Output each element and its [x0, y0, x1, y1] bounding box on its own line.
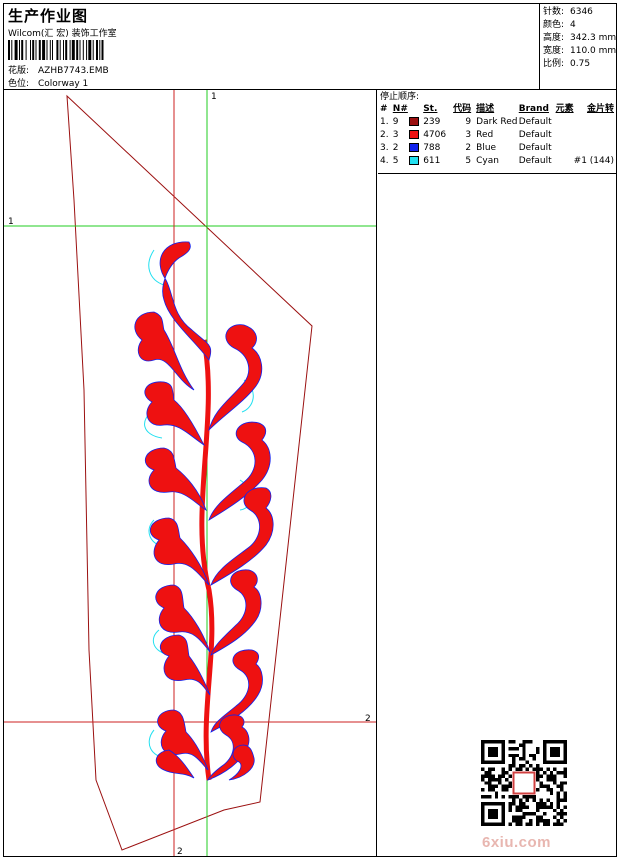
col-sequin: 金片转	[586, 104, 614, 114]
row-code: 9	[465, 117, 472, 127]
table-row: 2. 3 4706 3 Red Default	[380, 129, 614, 142]
col-stitches: St.	[423, 104, 438, 114]
row-description: Dark Red	[476, 117, 518, 127]
table-row: 3. 2 788 2 Blue Default	[380, 142, 614, 155]
table-row: 1. 9 239 9 Dark Red Default	[380, 116, 614, 129]
company-name: Wilcom(汇 宏) 装饰工作室	[8, 29, 117, 39]
color-swatch	[408, 156, 419, 165]
row-brand: Default	[518, 156, 552, 166]
col-code: 代码	[453, 104, 472, 114]
guide-label-left: 1	[8, 217, 14, 227]
row-element	[554, 116, 574, 129]
row-code: 3	[465, 130, 472, 140]
table-header-row: # N# St. 代码 描述 Brand 元素 金片转	[380, 103, 614, 116]
row-sequin	[574, 116, 614, 129]
stop-sequence-panel: 停止顺序: # N# St. 代码 描述 Brand 元素 金片转 1. 9 239…	[378, 90, 616, 174]
row-sequin	[574, 142, 614, 155]
color-swatch	[408, 143, 419, 152]
qr-code	[481, 740, 567, 826]
stat-scale: 比例: 0.75	[543, 59, 591, 69]
row-brand: Default	[518, 117, 552, 127]
design-name-row: 花版: AZHB7743.EMB	[8, 63, 109, 76]
color-swatch	[408, 130, 419, 139]
row-stitches: 239	[423, 117, 441, 127]
watermark-logo: 6xiu.com	[482, 834, 552, 851]
row-stitches: 611	[423, 156, 441, 166]
col-needle: N#	[392, 104, 408, 114]
stat-height: 高度: 342.3 mm	[543, 33, 617, 43]
row-description: Red	[476, 130, 494, 140]
colorway-row: 色位: Colorway 1	[8, 76, 88, 89]
embroidery-canvas: 1 1 2 2	[4, 90, 376, 856]
row-description: Cyan	[476, 156, 499, 166]
colorway-value: Colorway 1	[38, 79, 89, 89]
stat-colors: 颜色: 4	[543, 20, 576, 30]
col-description: 描述	[476, 104, 495, 114]
row-brand: Default	[518, 143, 552, 153]
guide-label-bottom: 2	[177, 847, 183, 856]
colorway-label: 色位:	[8, 79, 30, 89]
row-needle: 3	[392, 130, 399, 140]
row-code: 5	[465, 156, 472, 166]
row-index: 3.	[380, 143, 389, 153]
table-row: 4. 5 611 5 Cyan Default #1 (144)	[380, 155, 614, 168]
stop-sequence-table: # N# St. 代码 描述 Brand 元素 金片转 1. 9 239 9 Dark …	[380, 103, 614, 168]
row-index: 2.	[380, 130, 389, 140]
row-swatch	[408, 155, 424, 168]
row-code: 2	[465, 143, 472, 153]
stat-stitches: 针数: 6346	[543, 7, 593, 17]
worksheet-header: 生产作业图 Wilcom(汇 宏) 装饰工作室 花版: AZHB7743.EMB …	[4, 4, 616, 90]
row-swatch	[408, 129, 424, 142]
row-index: 4.	[380, 156, 389, 166]
row-stitches: 4706	[423, 130, 447, 140]
row-needle: 5	[392, 156, 399, 166]
production-worksheet: 生产作业图 Wilcom(汇 宏) 装饰工作室 花版: AZHB7743.EMB …	[3, 3, 617, 857]
guide-label-top: 1	[211, 92, 217, 102]
row-swatch	[408, 142, 424, 155]
design-name-value: AZHB7743.EMB	[38, 66, 109, 76]
design-stats: 针数: 6346 颜色: 4 高度: 342.3 mm 宽度: 110.0 mm 比例:…	[539, 4, 616, 89]
barcode	[8, 40, 104, 60]
row-sequin: #1 (144)	[573, 156, 614, 166]
row-stitches: 788	[423, 143, 441, 153]
col-swatch	[409, 103, 424, 116]
row-element	[554, 155, 574, 168]
row-brand: Default	[518, 130, 552, 140]
stop-sequence-title: 停止顺序:	[380, 92, 420, 102]
row-sequin	[574, 129, 614, 142]
row-element	[554, 142, 574, 155]
row-element	[554, 129, 574, 142]
page-title: 生产作业图	[8, 7, 89, 25]
guide-label-right: 2	[365, 714, 371, 724]
row-needle: 2	[392, 143, 399, 153]
embroidery-motif	[134, 241, 274, 781]
col-index: #	[380, 104, 388, 114]
stat-width: 宽度: 110.0 mm	[543, 46, 617, 56]
color-swatch	[408, 117, 419, 126]
design-preview[interactable]: 1 1 2 2	[4, 90, 377, 856]
design-name-label: 花版:	[8, 66, 30, 76]
row-index: 1.	[380, 117, 389, 127]
col-element: 元素	[555, 104, 574, 114]
row-description: Blue	[476, 143, 497, 153]
row-needle: 9	[392, 117, 399, 127]
row-swatch	[408, 116, 424, 129]
col-brand: Brand	[518, 104, 549, 114]
